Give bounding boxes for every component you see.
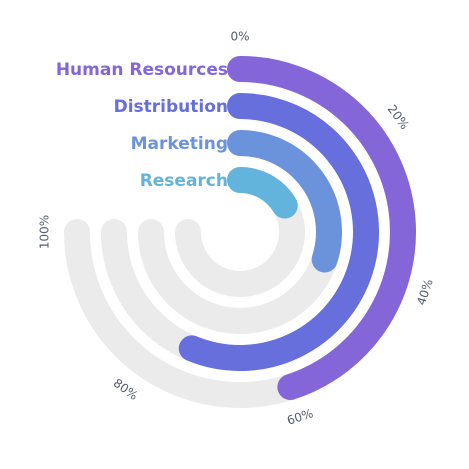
tick-label: 80% xyxy=(111,376,141,403)
radial-bar-chart: Human Resources Distribution Marketing R… xyxy=(38,30,436,428)
tick-label: 100% xyxy=(38,215,52,249)
tick-label: 0% xyxy=(230,30,249,44)
tick-label: 60% xyxy=(285,406,315,428)
category-label: Human Resources xyxy=(56,60,228,80)
category-label: Marketing xyxy=(131,134,228,154)
category-label: Research xyxy=(140,171,228,191)
tick-label: 40% xyxy=(414,277,436,307)
category-label: Distribution xyxy=(114,97,228,117)
tick-label: 20% xyxy=(385,102,412,132)
category-labels: Human Resources Distribution Marketing R… xyxy=(56,60,228,191)
bar xyxy=(227,167,298,219)
